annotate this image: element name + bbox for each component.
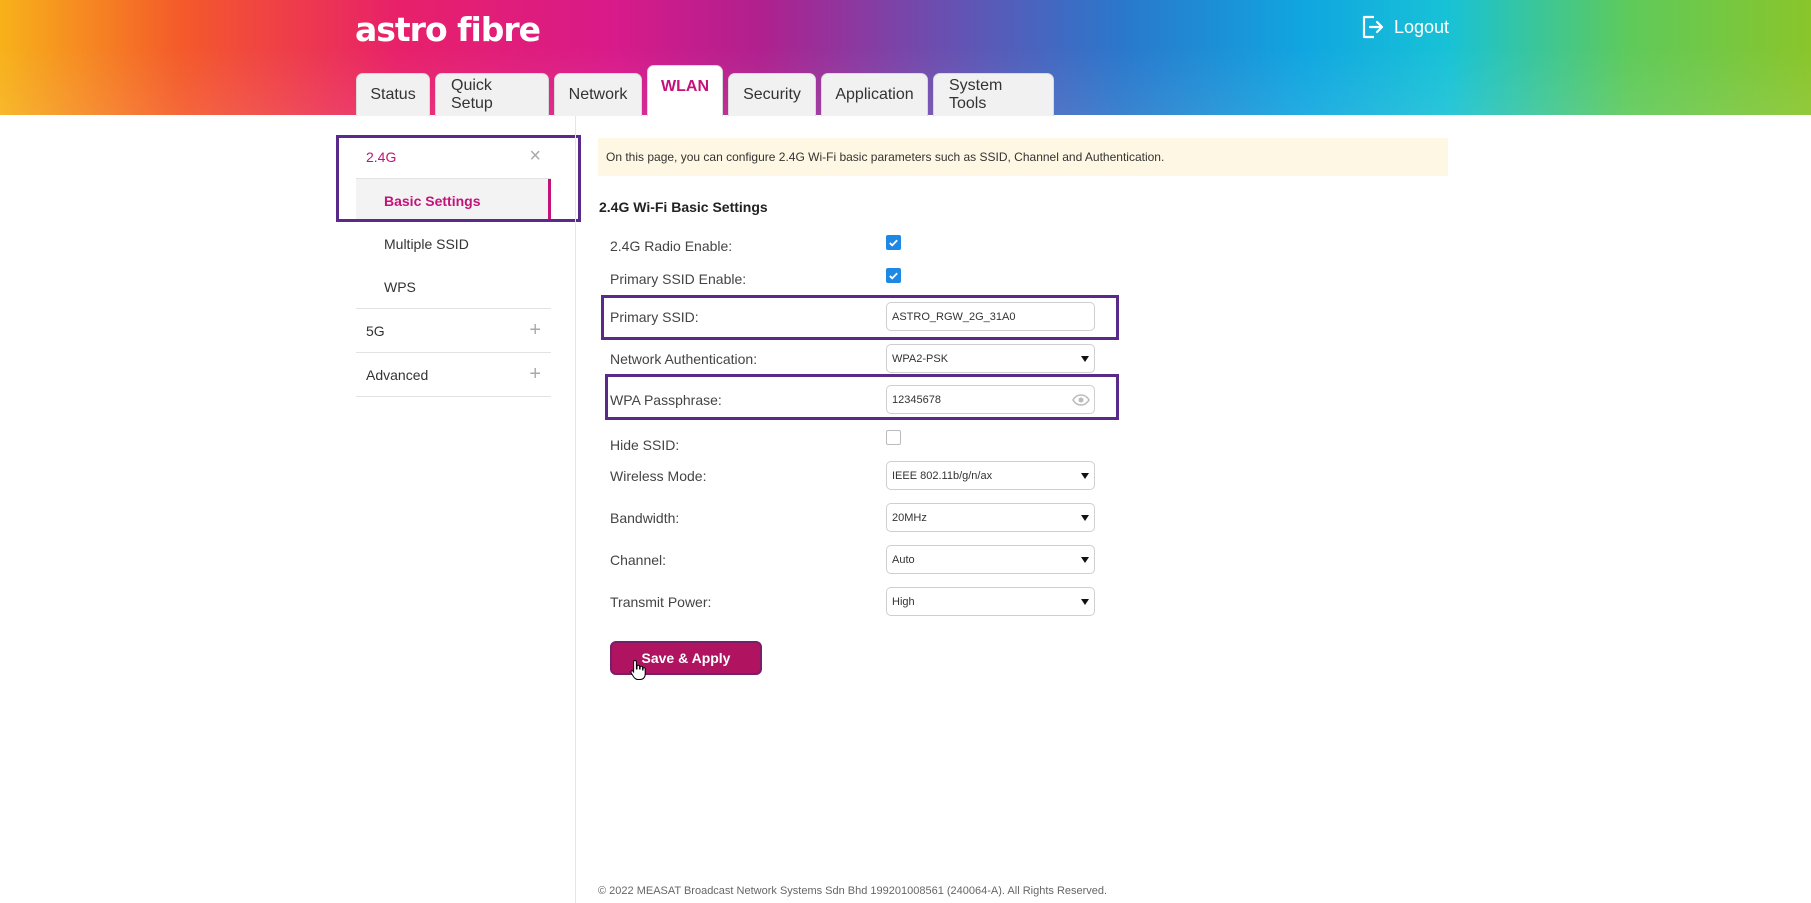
field-label: WPA Passphrase: — [610, 392, 722, 408]
footer-copyright: © 2022 MEASAT Broadcast Network Systems … — [598, 885, 1108, 897]
tab-wlan[interactable]: WLAN — [647, 65, 723, 116]
caret-down-icon — [1081, 599, 1089, 605]
channel-select[interactable]: Auto — [886, 545, 1095, 574]
field-label: Transmit Power: — [610, 594, 712, 610]
tab-network[interactable]: Network — [554, 73, 642, 116]
input-value: 12345678 — [892, 393, 941, 406]
field-label: Channel: — [610, 552, 667, 568]
astro-fibre-logo: astro fibre — [355, 10, 541, 49]
transmit-power-select[interactable]: High — [886, 587, 1095, 616]
sidebar-group-5g[interactable]: 5G + — [356, 309, 551, 353]
plus-icon[interactable]: + — [529, 319, 541, 342]
caret-down-icon — [1081, 473, 1089, 479]
tab-security[interactable]: Security — [728, 73, 816, 116]
row-primary-ssid: Primary SSID: ASTRO_RGW_2G_31A0 — [610, 302, 1110, 332]
main-tabs: Status Quick Setup Network WLAN Security… — [356, 65, 1059, 116]
select-value: High — [892, 595, 915, 608]
select-value: WPA2-PSK — [892, 352, 949, 365]
field-label: Primary SSID Enable: — [610, 271, 747, 287]
section-title: 2.4G Wi-Fi Basic Settings — [599, 199, 768, 215]
tab-application[interactable]: Application — [821, 73, 928, 116]
sidebar-group-label: Advanced — [366, 366, 429, 383]
logout-label: Logout — [1394, 16, 1450, 37]
sidebar-item-wps[interactable]: WPS — [356, 265, 551, 308]
field-label: Bandwidth: — [610, 510, 680, 526]
vertical-divider — [575, 115, 576, 903]
bandwidth-select[interactable]: 20MHz — [886, 503, 1095, 532]
tab-system-tools[interactable]: System Tools — [933, 73, 1054, 116]
field-label: Wireless Mode: — [610, 468, 707, 484]
row-network-authentication: Network Authentication: WPA2-PSK — [610, 344, 1110, 374]
check-icon — [889, 239, 898, 247]
row-radio-enable: 2.4G Radio Enable: — [610, 231, 1110, 261]
tab-status[interactable]: Status — [356, 73, 430, 116]
check-icon — [889, 272, 898, 280]
select-value: Auto — [892, 553, 915, 566]
network-authentication-select[interactable]: WPA2-PSK — [886, 344, 1095, 373]
caret-down-icon — [1081, 515, 1089, 521]
field-label: Primary SSID: — [610, 309, 699, 325]
hide-ssid-checkbox[interactable] — [886, 430, 901, 445]
sidebar-group-2-4g[interactable]: 2.4G × — [356, 135, 551, 179]
sidebar-group-advanced[interactable]: Advanced + — [356, 353, 551, 397]
caret-down-icon — [1081, 356, 1089, 362]
logout-button[interactable]: Logout — [1360, 14, 1449, 40]
select-value: 20MHz — [892, 511, 927, 524]
eye-icon[interactable] — [1072, 393, 1090, 407]
tab-quick-setup[interactable]: Quick Setup — [435, 73, 549, 116]
row-hide-ssid: Hide SSID: — [610, 430, 1110, 460]
sidebar-item-multiple-ssid[interactable]: Multiple SSID — [356, 222, 551, 265]
sidebar-group-label: 2.4G — [366, 148, 397, 165]
radio-enable-checkbox[interactable] — [886, 235, 901, 250]
caret-down-icon — [1081, 557, 1089, 563]
sidebar-submenu-2-4g: Basic Settings Multiple SSID WPS — [356, 179, 551, 309]
wpa-passphrase-input[interactable]: 12345678 — [886, 385, 1095, 414]
info-notice: On this page, you can configure 2.4G Wi-… — [598, 138, 1448, 176]
field-label: Network Authentication: — [610, 351, 758, 367]
row-transmit-power: Transmit Power: High — [610, 587, 1110, 617]
row-wireless-mode: Wireless Mode: IEEE 802.11b/g/n/ax — [610, 461, 1110, 491]
select-value: IEEE 802.11b/g/n/ax — [892, 469, 993, 482]
field-label: Hide SSID: — [610, 437, 680, 453]
row-primary-ssid-enable: Primary SSID Enable: — [610, 264, 1110, 294]
plus-icon[interactable]: + — [529, 363, 541, 386]
row-channel: Channel: Auto — [610, 545, 1110, 575]
sidebar: 2.4G × Basic Settings Multiple SSID WPS … — [356, 135, 551, 397]
primary-ssid-input[interactable]: ASTRO_RGW_2G_31A0 — [886, 302, 1095, 331]
hand-cursor-icon — [630, 659, 646, 680]
row-wpa-passphrase: WPA Passphrase: 12345678 — [610, 385, 1110, 415]
wireless-mode-select[interactable]: IEEE 802.11b/g/n/ax — [886, 461, 1095, 490]
sidebar-group-label: 5G — [366, 322, 385, 339]
logout-icon — [1362, 15, 1384, 39]
close-icon[interactable]: × — [529, 145, 541, 168]
sidebar-item-basic-settings[interactable]: Basic Settings — [356, 179, 551, 222]
field-label: 2.4G Radio Enable: — [610, 238, 733, 254]
primary-ssid-enable-checkbox[interactable] — [886, 268, 901, 283]
row-bandwidth: Bandwidth: 20MHz — [610, 503, 1110, 533]
